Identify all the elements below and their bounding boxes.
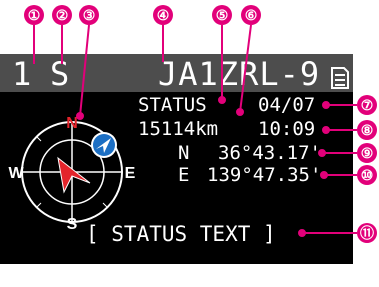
compass-east: E (125, 165, 136, 182)
heading-arrow-icon (57, 156, 91, 194)
compass-west: W (8, 165, 24, 182)
callout-leaders (33, 24, 357, 237)
navigation-arrow-icon (91, 132, 117, 158)
memory-card-icon (331, 67, 349, 89)
compass-south: S (67, 216, 78, 233)
compass-north: N (66, 115, 78, 132)
graphics-layer: N E S W (8, 24, 357, 237)
